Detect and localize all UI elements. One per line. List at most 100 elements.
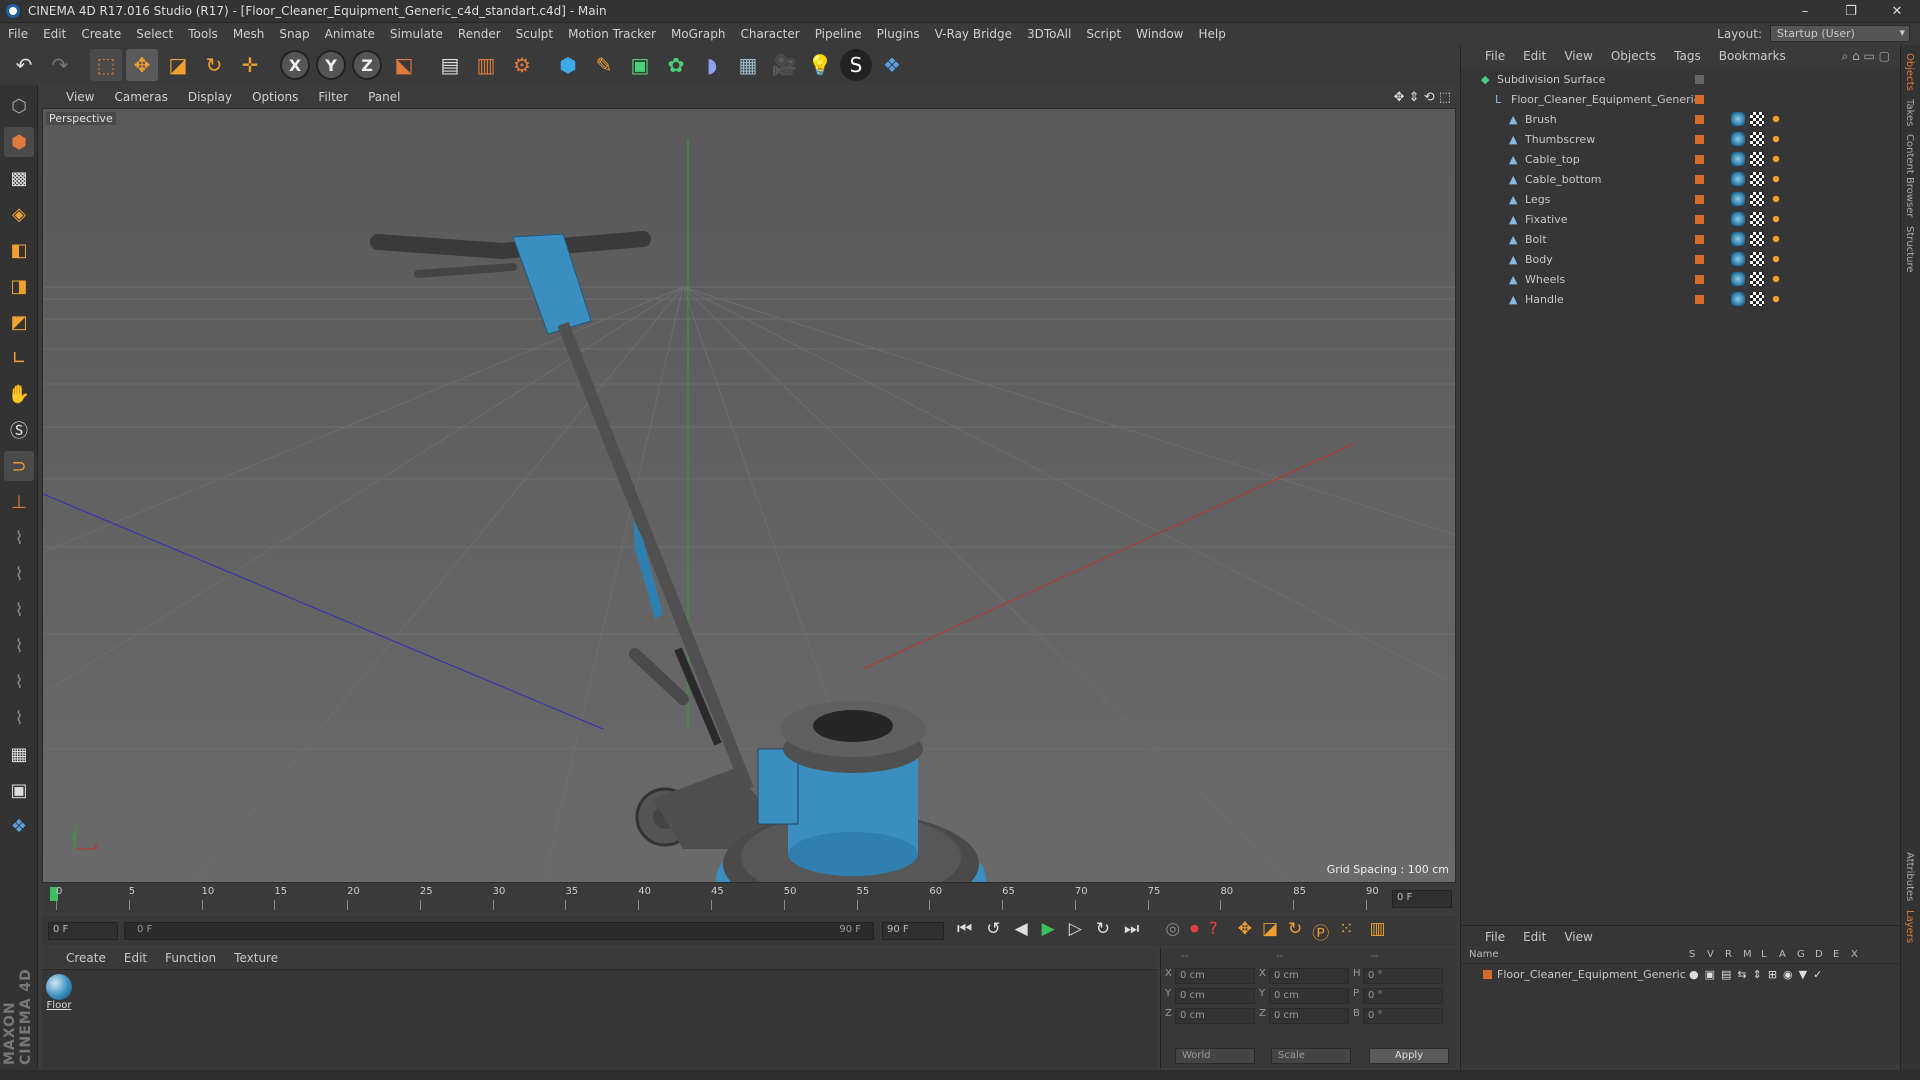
- timeline-layout-icon[interactable]: ▥: [1370, 919, 1386, 944]
- material-tag-icon[interactable]: [1731, 192, 1745, 206]
- layer-column-header[interactable]: Name: [1469, 949, 1499, 960]
- polygons-mode-icon[interactable]: ◩: [4, 307, 34, 337]
- key-scale-icon[interactable]: ◪: [1262, 919, 1278, 944]
- vray-icon[interactable]: S: [840, 49, 872, 81]
- magnet-icon[interactable]: ⊃: [4, 451, 34, 481]
- viewport-menu-filter[interactable]: Filter: [318, 90, 348, 104]
- go-to-start-icon[interactable]: ⏮: [957, 919, 972, 944]
- apply-button[interactable]: Apply: [1369, 1048, 1449, 1064]
- tweak-mode-icon[interactable]: ✋: [4, 379, 34, 409]
- objects-menu-bookmarks[interactable]: Bookmarks: [1719, 49, 1786, 63]
- subdivision-icon[interactable]: ▣: [624, 49, 656, 81]
- material-menu-function[interactable]: Function: [165, 951, 216, 965]
- object-name[interactable]: Brush: [1525, 113, 1557, 126]
- layer-color-swatch[interactable]: [1695, 174, 1704, 184]
- menu-tools[interactable]: Tools: [188, 27, 218, 41]
- selection-tag-icon[interactable]: [1769, 172, 1783, 186]
- layer-column-header[interactable]: V: [1707, 949, 1714, 960]
- menu-edit[interactable]: Edit: [43, 27, 66, 41]
- material-tag-icon[interactable]: [1731, 252, 1745, 266]
- material-tag-icon[interactable]: [1731, 132, 1745, 146]
- z-axis-icon[interactable]: Z: [352, 50, 382, 80]
- viewport-3d[interactable]: Perspective y x Grid Spacing : 100 cm: [42, 108, 1456, 883]
- python-script-icon[interactable]: ❖: [4, 811, 34, 841]
- object-name[interactable]: Bolt: [1525, 233, 1547, 246]
- timeline-ruler[interactable]: 0 5 10 15 20 25 30 35 40 45 50 55 60 65 70 75 80 85 90 0 F: [42, 884, 1456, 914]
- texture-tag-icon[interactable]: [1750, 132, 1764, 146]
- selection-tag-icon[interactable]: [1769, 252, 1783, 266]
- make-editable-icon[interactable]: ⬡: [4, 91, 34, 121]
- layer-color-swatch[interactable]: [1695, 214, 1704, 224]
- viewport-menu-options[interactable]: Options: [252, 90, 298, 104]
- coord-size-field[interactable]: 0 cm: [1269, 968, 1349, 984]
- move-icon[interactable]: ✥: [126, 49, 158, 81]
- menu-sculpt[interactable]: Sculpt: [516, 27, 553, 41]
- edges-mode-icon[interactable]: ◨: [4, 271, 34, 301]
- sculpt-brush-icon[interactable]: ⌇: [4, 523, 34, 553]
- object-row[interactable]: ▲ Brush: [1461, 109, 1901, 129]
- layer-name[interactable]: Floor_Cleaner_Equipment_Generic: [1497, 968, 1686, 981]
- layer-color-swatch[interactable]: [1695, 194, 1704, 204]
- layer-color-swatch[interactable]: [1695, 254, 1704, 264]
- menu-3dtoall[interactable]: 3DToAll: [1027, 27, 1071, 41]
- layer-column-header[interactable]: A: [1779, 949, 1786, 960]
- light-icon[interactable]: 💡: [804, 49, 836, 81]
- object-name[interactable]: Floor_Cleaner_Equipment_Generic: [1511, 93, 1700, 106]
- menu-script[interactable]: Script: [1086, 27, 1121, 41]
- edit-render-settings-icon[interactable]: ⚙: [506, 49, 538, 81]
- menu-simulate[interactable]: Simulate: [390, 27, 443, 41]
- model-mode-icon[interactable]: ⬢: [4, 127, 34, 157]
- texture-tag-icon[interactable]: [1750, 232, 1764, 246]
- menu-window[interactable]: Window: [1136, 27, 1183, 41]
- object-name[interactable]: Subdivision Surface: [1497, 73, 1605, 86]
- layer-color-swatch[interactable]: [1695, 154, 1704, 164]
- autokey-icon[interactable]: ⏺: [1190, 919, 1199, 944]
- object-row[interactable]: ▲ Wheels: [1461, 269, 1901, 289]
- menu-snap[interactable]: Snap: [279, 27, 309, 41]
- points-mode-icon[interactable]: ◧: [4, 235, 34, 265]
- layer-row[interactable]: Floor_Cleaner_Equipment_Generic ●▣▤⇆⇕⊞◉▼…: [1461, 964, 1901, 984]
- next-keyframe-icon[interactable]: ↻: [1096, 919, 1110, 944]
- material-menu-edit[interactable]: Edit: [124, 951, 147, 965]
- objects-menu-file[interactable]: File: [1485, 49, 1505, 63]
- object-name[interactable]: Cable_top: [1525, 153, 1580, 166]
- tab-structure[interactable]: Structure: [1904, 226, 1915, 273]
- material-menu-create[interactable]: Create: [66, 951, 106, 965]
- key-position-icon[interactable]: ✥: [1238, 919, 1252, 944]
- rotate-icon[interactable]: ↻: [198, 49, 230, 81]
- menu-create[interactable]: Create: [81, 27, 121, 41]
- play-icon[interactable]: ▶: [1042, 919, 1055, 944]
- menu-motion-tracker[interactable]: Motion Tracker: [568, 27, 656, 41]
- coord-rotation-field[interactable]: 0 °: [1363, 988, 1443, 1004]
- object-name[interactable]: Legs: [1525, 193, 1550, 206]
- material-tag-icon[interactable]: [1731, 172, 1745, 186]
- coord-rotation-field[interactable]: 0 °: [1363, 1008, 1443, 1024]
- material-tag-icon[interactable]: [1731, 292, 1745, 306]
- world-coord-icon[interactable]: ⬕: [388, 49, 420, 81]
- menu-pipeline[interactable]: Pipeline: [815, 27, 862, 41]
- prev-frame-icon[interactable]: ◀: [1015, 919, 1028, 944]
- material-tag-icon[interactable]: [1731, 112, 1745, 126]
- layers-menu-edit[interactable]: Edit: [1523, 930, 1546, 944]
- layer-column-header[interactable]: D: [1815, 949, 1823, 960]
- layer-column-header[interactable]: S: [1689, 949, 1695, 960]
- render-picture-viewer-icon[interactable]: ▥: [470, 49, 502, 81]
- minimize-button[interactable]: –: [1782, 0, 1828, 22]
- selection-tag-icon[interactable]: [1769, 132, 1783, 146]
- tab-takes[interactable]: Takes: [1904, 99, 1915, 126]
- sculpt-smooth-icon[interactable]: ⌇: [4, 595, 34, 625]
- object-row[interactable]: ▲ Fixative: [1461, 209, 1901, 229]
- selection-tag-icon[interactable]: [1769, 192, 1783, 206]
- object-name[interactable]: Thumbscrew: [1525, 133, 1595, 146]
- layers-menu-file[interactable]: File: [1485, 930, 1505, 944]
- layers-menu-view[interactable]: View: [1564, 930, 1592, 944]
- object-name[interactable]: Cable_bottom: [1525, 173, 1602, 186]
- texture-mode-icon[interactable]: ▩: [4, 163, 34, 193]
- y-axis-icon[interactable]: Y: [316, 50, 346, 80]
- axis-mode-icon[interactable]: ∟: [4, 343, 34, 373]
- workplane-icon[interactable]: ◈: [4, 199, 34, 229]
- object-name[interactable]: Body: [1525, 253, 1553, 266]
- material-tag-icon[interactable]: [1731, 212, 1745, 226]
- cube-icon[interactable]: ⬢: [552, 49, 584, 81]
- tab-layers[interactable]: Layers: [1904, 910, 1915, 943]
